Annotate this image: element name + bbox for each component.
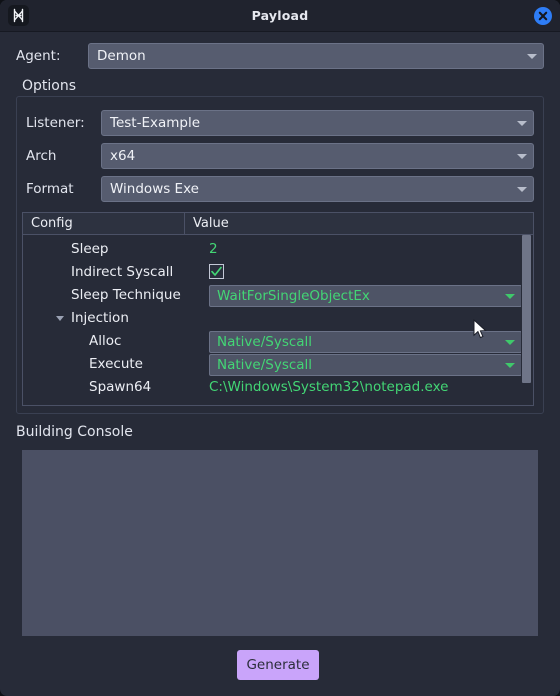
chevron-down-icon: [499, 339, 521, 345]
agent-label: Agent:: [16, 48, 61, 64]
table-row-group-injection[interactable]: Injection: [23, 307, 533, 330]
indirect-syscall-checkbox[interactable]: [209, 264, 224, 279]
building-console-label: Building Console: [16, 424, 133, 440]
agent-select[interactable]: Demon: [88, 43, 544, 69]
alloc-value: Native/Syscall: [217, 334, 313, 350]
config-row-name: Alloc: [89, 333, 122, 349]
config-row-name: Execute: [89, 356, 143, 372]
arch-select[interactable]: x64: [101, 143, 534, 169]
agent-select-value: Demon: [97, 48, 146, 64]
generate-button[interactable]: Generate: [237, 650, 319, 680]
chevron-down-icon: [511, 120, 533, 126]
config-row-name: Spawn64: [89, 379, 152, 395]
chevron-down-icon: [511, 153, 533, 159]
arch-label: Arch: [26, 148, 57, 164]
config-table: Config Value Sleep 2 Indirect Syscall Sl…: [22, 212, 534, 406]
title-bar: Payload: [0, 0, 560, 32]
table-row[interactable]: Indirect Syscall: [23, 261, 533, 284]
config-row-name: Sleep: [71, 241, 109, 257]
execute-value: Native/Syscall: [217, 357, 313, 373]
config-row-name: Sleep Technique: [71, 287, 181, 303]
format-select[interactable]: Windows Exe: [101, 176, 534, 202]
chevron-down-icon: [499, 362, 521, 368]
window-title: Payload: [251, 8, 309, 23]
format-select-value: Windows Exe: [110, 181, 199, 197]
format-label: Format: [26, 181, 74, 197]
sleep-technique-select[interactable]: WaitForSingleObjectEx: [209, 285, 522, 307]
sleep-technique-value: WaitForSingleObjectEx: [217, 288, 370, 304]
table-header-row: Config Value: [23, 213, 533, 235]
table-row[interactable]: Alloc Native/Syscall: [23, 330, 533, 353]
column-header-config[interactable]: Config: [23, 213, 185, 234]
table-row[interactable]: Sleep Technique WaitForSingleObjectEx: [23, 284, 533, 307]
chevron-down-icon[interactable]: [56, 316, 64, 321]
chevron-down-icon: [499, 293, 521, 299]
table-row[interactable]: Execute Native/Syscall: [23, 353, 533, 376]
chevron-down-icon: [511, 186, 533, 192]
table-scrollbar-thumb[interactable]: [522, 235, 531, 383]
building-console-output[interactable]: [22, 450, 538, 636]
config-row-name: Injection: [71, 310, 129, 326]
spawn64-value[interactable]: C:\Windows\System32\notepad.exe: [209, 376, 448, 399]
listener-label: Listener:: [26, 115, 85, 131]
arch-select-value: x64: [110, 148, 136, 164]
table-row[interactable]: Spawn64 C:\Windows\System32\notepad.exe: [23, 376, 533, 399]
execute-select[interactable]: Native/Syscall: [209, 354, 522, 376]
config-row-value[interactable]: 2: [209, 238, 218, 261]
table-scrollbar[interactable]: [521, 235, 532, 405]
close-icon[interactable]: [534, 7, 552, 25]
alloc-select[interactable]: Native/Syscall: [209, 331, 522, 353]
listener-select[interactable]: Test-Example: [101, 110, 534, 136]
options-group-title: Options: [18, 78, 81, 94]
payload-dialog: Payload Agent: Demon Options Listener: T…: [0, 0, 560, 696]
chevron-down-icon: [521, 53, 543, 59]
listener-select-value: Test-Example: [110, 115, 201, 131]
column-header-value[interactable]: Value: [185, 213, 533, 234]
config-row-name: Indirect Syscall: [71, 264, 174, 280]
table-row[interactable]: Sleep 2: [23, 238, 533, 261]
